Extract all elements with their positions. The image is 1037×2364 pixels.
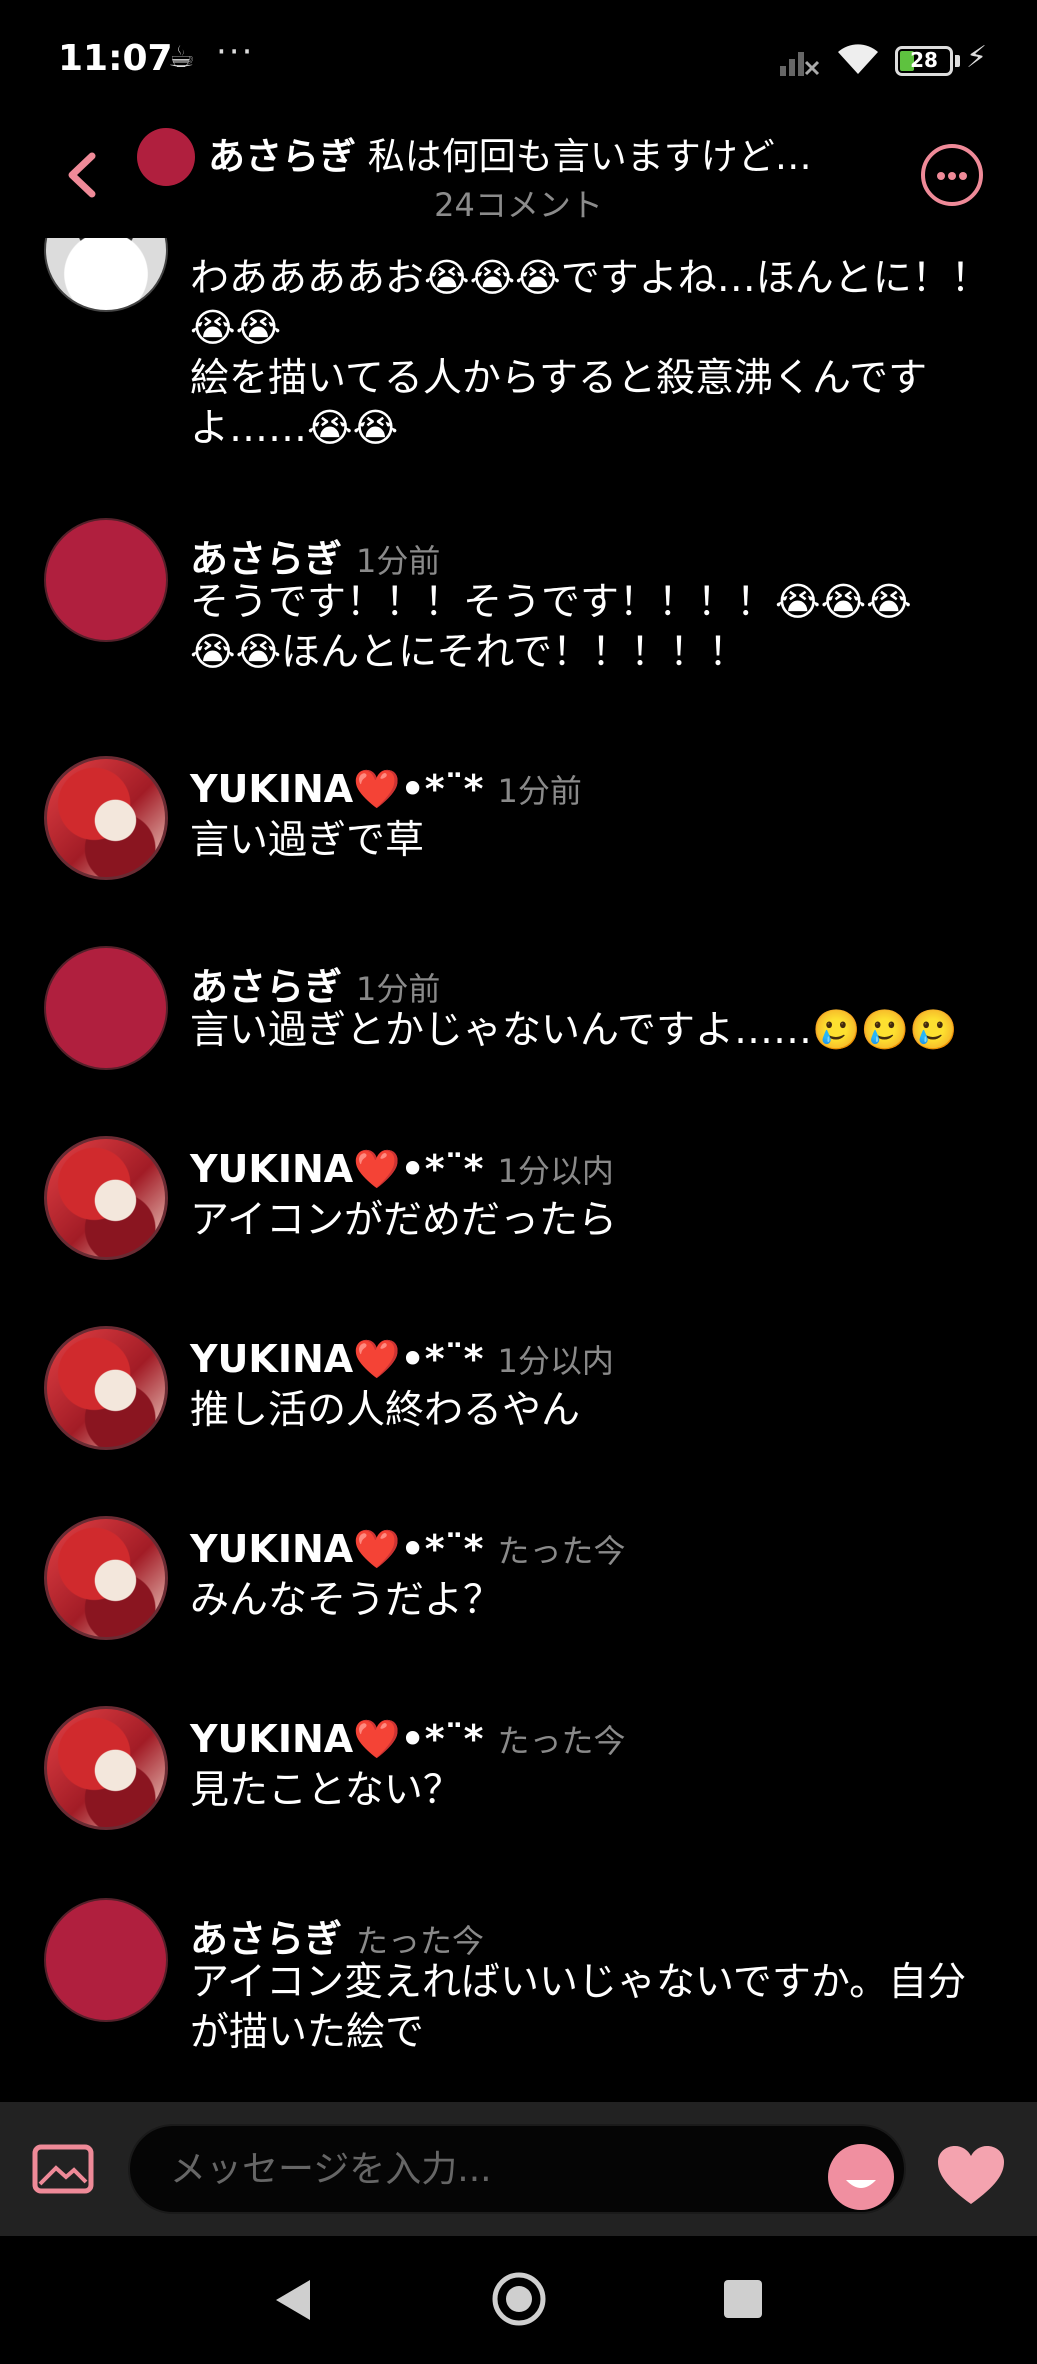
comment-avatar[interactable] <box>44 1706 168 1830</box>
comment-time: たった今 <box>497 1722 626 1760</box>
nav-home-icon[interactable] <box>490 2270 548 2328</box>
post-title-text: 私は何回も言いますけど… <box>367 135 812 178</box>
wifi-icon <box>838 44 878 74</box>
more-options-button[interactable] <box>921 144 983 206</box>
like-heart-button[interactable] <box>936 2144 1006 2206</box>
comment-avatar[interactable] <box>44 238 168 312</box>
comment-text: そうです！！！そうです！！！！😭😭😭 😭😭ほんとにそれで！！！！！ <box>190 580 912 675</box>
nav-back-icon[interactable] <box>270 2276 314 2324</box>
comment-avatar[interactable] <box>44 1516 168 1640</box>
comment-thread-screen: 11:07 ☕ ··· 28 ⚡ あさらぎ 私は何回も言いますけど… 24コメン… <box>0 0 1037 2364</box>
comment-text: 推し活の人終わるやん <box>190 1388 581 1433</box>
comment-author[interactable]: あさらぎ <box>190 1917 342 1961</box>
comment-text: 言い過ぎで草 <box>190 818 425 863</box>
message-input-bar <box>0 2102 1037 2236</box>
cup-icon: ☕ <box>168 40 195 75</box>
signal-icon <box>780 52 820 76</box>
smile-icon <box>846 2180 876 2188</box>
thread-header: あさらぎ 私は何回も言いますけど… 24コメント <box>0 120 1037 238</box>
comment-time: たった今 <box>497 1532 626 1570</box>
comment-text: みんなそうだよ？ <box>190 1578 503 1623</box>
status-bar: 11:07 ☕ ··· 28 ⚡ <box>0 0 1037 120</box>
comment-text: アイコン変えればいいじゃないですか。自分が描いた絵で <box>190 1960 967 2055</box>
system-nav-bar <box>0 2236 1037 2364</box>
comment-count: 24コメント <box>434 186 603 224</box>
comment-time: 1分前 <box>356 970 441 1008</box>
comment-author[interactable]: あさらぎ <box>190 965 342 1009</box>
comment-author[interactable]: YUKINA❤️•*¨* <box>190 1337 484 1381</box>
comment-avatar[interactable] <box>44 1136 168 1260</box>
post-author-name: あさらぎ <box>208 135 356 178</box>
comment-list: わああああお😭😭😭ですよね…ほんとに！！😭😭 絵を描いてる人からすると殺意沸くん… <box>0 238 1037 2102</box>
comment-time: 1分前 <box>356 542 441 580</box>
comment-time: 1分前 <box>497 772 582 810</box>
comment-text: 見たことない？ <box>190 1768 462 1813</box>
image-attach-icon[interactable] <box>32 2144 94 2194</box>
battery-icon: 28 <box>895 46 953 76</box>
comment-avatar[interactable] <box>44 1326 168 1450</box>
comment-time: 1分以内 <box>497 1152 614 1190</box>
comment-avatar[interactable] <box>44 756 168 880</box>
message-input[interactable] <box>170 2126 770 2212</box>
comment-author[interactable]: YUKINA❤️•*¨* <box>190 1527 484 1571</box>
comment-avatar[interactable] <box>44 518 168 642</box>
comment-time: たった今 <box>356 1922 485 1960</box>
comment-author[interactable]: あさらぎ <box>190 537 342 581</box>
post-title: あさらぎ 私は何回も言いますけど… <box>208 126 888 180</box>
more-notifications-icon: ··· <box>216 32 255 72</box>
comment-text: アイコンがだめだったら <box>190 1198 618 1243</box>
comment-author[interactable]: YUKINA❤️•*¨* <box>190 1147 484 1191</box>
status-time: 11:07 <box>58 38 173 79</box>
message-box <box>128 2124 906 2214</box>
comment-time: 1分以内 <box>497 1342 614 1380</box>
charging-icon: ⚡ <box>966 40 988 75</box>
nav-recent-apps-icon[interactable] <box>724 2280 762 2318</box>
comment-avatar[interactable] <box>44 1898 168 2022</box>
comment-text: 言い過ぎとかじゃないんですよ……🥲🥲🥲 <box>190 1008 958 1053</box>
comment-author[interactable]: YUKINA❤️•*¨* <box>190 767 484 811</box>
author-avatar[interactable] <box>137 128 195 186</box>
comment-text: わああああお😭😭😭ですよね…ほんとに！！😭😭 絵を描いてる人からすると殺意沸くん… <box>190 256 990 451</box>
battery-level: 28 <box>910 48 938 72</box>
comment-avatar[interactable] <box>44 946 168 1070</box>
comment-author[interactable]: YUKINA❤️•*¨* <box>190 1717 484 1761</box>
emoji-button[interactable] <box>828 2144 894 2210</box>
